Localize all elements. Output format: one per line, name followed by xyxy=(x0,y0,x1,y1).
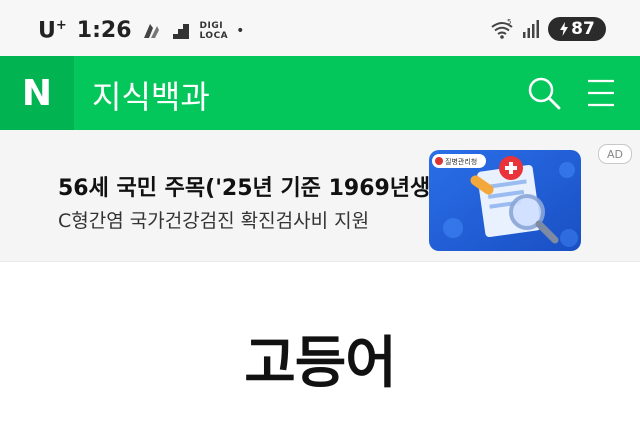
charging-bolt-icon xyxy=(560,22,569,36)
page-section-title[interactable]: 지식백과 xyxy=(92,72,210,118)
ad-image-label: 질병관리청 xyxy=(445,157,477,166)
battery-indicator: 87 xyxy=(548,17,606,41)
logo-letter: N xyxy=(21,72,53,114)
ad-badge: AD xyxy=(598,144,632,164)
ad-banner[interactable]: 56세 국민 주목('25년 기준 1969년생) C형간염 국가건강검진 확진… xyxy=(0,130,640,262)
wifi-band-label: 5 xyxy=(507,18,511,26)
app-header: N 지식백과 xyxy=(0,56,640,130)
status-right: 5 87 xyxy=(490,17,606,41)
status-left: U+ 1:26 DIGI LOCA • xyxy=(38,18,244,43)
ad-illustration: 질병관리청 xyxy=(429,150,581,251)
ad-image[interactable]: 질병관리청 xyxy=(429,150,581,251)
article-title: 고등어 xyxy=(244,331,397,396)
notification-dot: • xyxy=(236,22,245,39)
digiloca-badge: DIGI LOCA xyxy=(199,20,229,41)
battery-level: 87 xyxy=(571,19,595,39)
stairs-icon xyxy=(172,23,189,39)
carrier-label: U+ xyxy=(38,18,67,44)
naver-logo-button[interactable]: N xyxy=(0,56,74,130)
wifi-icon: 5 xyxy=(491,18,513,39)
clock: 1:26 xyxy=(76,18,132,44)
status-bar: U+ 1:26 DIGI LOCA • 5 87 xyxy=(0,0,640,56)
signal-icon xyxy=(523,20,539,38)
menu-icon[interactable] xyxy=(586,76,616,110)
ad-subtext[interactable]: C형간염 국가건강검진 확진검사비 지원 xyxy=(58,206,369,233)
ad-headline[interactable]: 56세 국민 주목('25년 기준 1969년생) xyxy=(58,170,440,202)
search-icon[interactable] xyxy=(526,75,562,111)
app-notification-icon xyxy=(143,23,159,38)
